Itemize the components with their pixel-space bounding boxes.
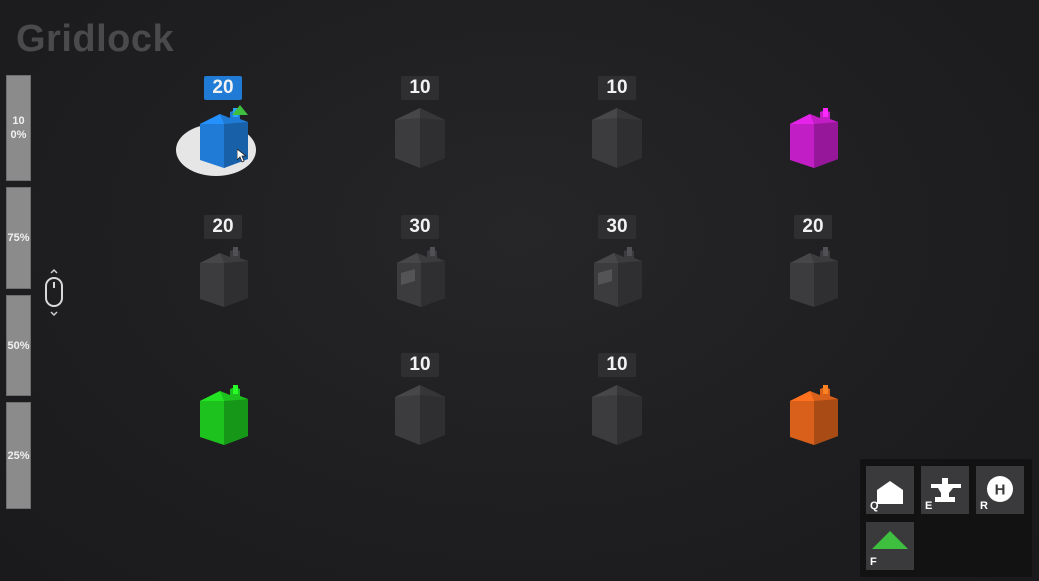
unit-count-badge: 20 <box>794 215 832 239</box>
zoom-25-button[interactable]: 25% <box>6 402 31 509</box>
zoom-label: 25% <box>7 449 30 462</box>
mouse-scroll-icon <box>45 268 63 317</box>
unit-count-badge: 10 <box>401 76 439 100</box>
factory-icon <box>188 381 258 451</box>
factory-icon <box>582 243 652 313</box>
grid-tile-r3-c1[interactable] <box>188 353 258 463</box>
unit-count-badge: 10 <box>598 76 636 100</box>
grid-tile-r1-c1[interactable]: 20 <box>176 76 258 186</box>
unit-count-badge: 10 <box>598 353 636 377</box>
unit-count-badge: 20 <box>204 215 242 239</box>
grid-tile-r2-c4[interactable]: 20 <box>778 215 848 325</box>
hotkey-label: F <box>870 556 877 568</box>
house-icon <box>582 104 652 174</box>
zoom-75-button[interactable]: 75% <box>6 187 31 289</box>
mouse-cursor-icon <box>236 148 248 163</box>
grid-tile-r1-c3[interactable]: 10 <box>582 76 652 186</box>
house-icon <box>385 381 455 451</box>
zoom-label: 50% <box>7 339 30 352</box>
build-helipad-button[interactable]: H R <box>976 466 1024 514</box>
hotkey-label: Q <box>870 500 879 512</box>
svg-text:H: H <box>995 482 1006 499</box>
house-icon <box>582 381 652 451</box>
factory-icon <box>385 243 455 313</box>
build-toolbar: Q E H R F <box>860 459 1032 577</box>
grid-tile-r2-c3[interactable]: 30 <box>582 215 652 325</box>
game-title: Gridlock <box>16 18 175 60</box>
hotkey-label: R <box>980 500 988 512</box>
zoom-label: 75% <box>7 232 30 244</box>
factory-icon <box>778 381 848 451</box>
grid-tile-r2-c2[interactable]: 30 <box>385 215 455 325</box>
zoom-50-button[interactable]: 50% <box>6 295 31 396</box>
grid-tile-r1-c4[interactable] <box>778 76 848 186</box>
zoom-100-button[interactable]: 100% <box>6 75 31 181</box>
upgrade-arrow-icon <box>232 102 248 115</box>
grid-tile-r1-c2[interactable]: 10 <box>385 76 455 186</box>
unit-count-badge: 30 <box>598 215 636 239</box>
factory-icon <box>778 243 848 313</box>
grid-tile-r3-c4[interactable] <box>778 353 848 463</box>
build-barracks-button[interactable]: Q <box>866 466 914 514</box>
unit-count-badge: 30 <box>401 215 439 239</box>
house-icon <box>385 104 455 174</box>
factory-icon <box>188 243 258 313</box>
grid-tile-r3-c3[interactable]: 10 <box>582 353 652 463</box>
zoom-label: 100% <box>10 115 27 141</box>
build-forge-button[interactable]: E <box>921 466 969 514</box>
unit-count-badge: 10 <box>401 353 439 377</box>
build-pyramid-button[interactable]: F <box>866 522 914 570</box>
grid-tile-r3-c2[interactable]: 10 <box>385 353 455 463</box>
hotkey-label: E <box>925 500 933 512</box>
grid-tile-r2-c1[interactable]: 20 <box>188 215 258 325</box>
unit-count-badge: 20 <box>204 76 242 100</box>
factory-icon <box>778 104 848 174</box>
